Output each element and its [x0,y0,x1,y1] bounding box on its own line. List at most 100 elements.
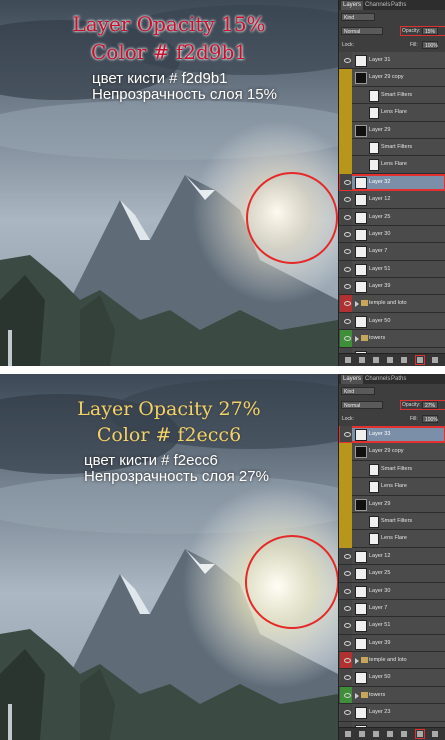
layer-row[interactable]: Lens Flare [339,478,445,496]
layer-row[interactable]: Layer 50 [339,312,445,331]
layer-row[interactable]: Lens Flare [339,156,445,174]
group-folder-icon[interactable] [401,731,407,737]
layer-row[interactable]: Smart Filters [339,460,445,479]
layer-row[interactable]: Layer 51 [339,617,445,635]
adjustment-icon[interactable] [387,731,393,737]
layer-row[interactable]: Layer 29 copy [339,69,445,87]
layer-row[interactable]: Layer 29 copy [339,443,445,461]
visibility-eye-icon[interactable] [340,634,352,652]
fill-input[interactable]: 100% [422,41,438,49]
layer-name: Layer 30 [369,587,391,594]
layer-row[interactable]: Lens Flare [339,530,445,548]
visibility-eye-icon[interactable] [340,191,352,208]
expand-arrow-icon[interactable] [355,692,359,699]
eye-glyph-icon [344,318,351,324]
visibility-eye-icon[interactable] [340,208,352,225]
layer-row[interactable]: Layer 7 [339,243,445,261]
layer-row[interactable]: Layer 50 [339,669,445,687]
tab-layers[interactable]: Layers [341,1,364,10]
filter-thumbnail [369,89,379,102]
visibility-eye-icon[interactable] [340,52,352,69]
expand-arrow-icon[interactable] [355,658,359,665]
visibility-eye-icon[interactable] [340,173,352,191]
visibility-eye-icon[interactable] [340,599,352,617]
layer-row[interactable]: Layer 32 [339,173,445,192]
fill-input[interactable]: 100% [422,415,438,423]
layer-row[interactable]: Layer 25 [339,208,445,226]
layer-row[interactable]: Layer 29 [339,495,445,513]
layer-row[interactable]: Smart Filters [339,138,445,157]
blend-mode-select[interactable]: Normal [341,27,383,35]
layer-row[interactable]: Layer 12 [339,547,445,566]
tab-paths[interactable]: Paths [389,1,408,10]
layer-name: towers [369,335,386,342]
layer-row[interactable]: Lens Flare [339,104,445,122]
visibility-eye-icon[interactable] [340,243,352,260]
layer-row[interactable]: Layer 12 [339,191,445,209]
eye-glyph-icon [344,605,351,611]
layer-row[interactable]: Layer 39 [339,278,445,296]
smart-object-thumbnail [355,72,367,85]
link-icon[interactable] [345,731,351,737]
tab-layers[interactable]: Layers [341,375,364,384]
caption-ru-brush-color: цвет кисти # f2ecc6 [84,452,218,469]
expand-arrow-icon[interactable] [355,301,359,308]
layer-row[interactable]: Layer 30 [339,582,445,600]
layer-row[interactable]: Layer 7 [339,599,445,618]
visibility-eye-icon[interactable] [340,565,352,582]
trash-icon[interactable] [432,731,438,737]
visibility-eye-icon[interactable] [340,704,352,721]
layer-row[interactable]: Layer 30 [339,225,445,244]
layer-thumbnail [355,228,367,241]
layer-row[interactable]: Layer 39 [339,634,445,653]
kind-filter-select[interactable]: Kind [341,387,375,395]
screenshot-bottom: Layer Opacity 27% Color # f2ecc6 цвет ки… [0,374,445,740]
eye-glyph-icon [344,266,351,272]
visibility-eye-icon[interactable] [340,582,352,599]
layer-row[interactable]: Layer 25 [339,565,445,583]
tab-channels[interactable]: Channels [363,1,392,10]
link-icon[interactable] [345,357,351,363]
trash-icon[interactable] [432,357,438,363]
visibility-eye-icon[interactable] [340,652,352,669]
fx-icon[interactable] [359,357,365,363]
expand-arrow-icon[interactable] [355,336,359,343]
visibility-eye-icon[interactable] [340,547,352,565]
eye-glyph-icon [344,214,351,220]
layer-row[interactable]: Smart Filters [339,86,445,105]
kind-filter-select[interactable]: Kind [341,13,375,21]
layer-name: Layer 39 [369,283,391,290]
group-folder-icon[interactable] [401,357,407,363]
layer-row[interactable]: Layer 51 [339,260,445,279]
visibility-eye-icon[interactable] [340,295,352,312]
fx-icon[interactable] [359,731,365,737]
visibility-eye-icon[interactable] [340,330,352,347]
visibility-eye-icon[interactable] [340,260,352,278]
visibility-eye-icon[interactable] [340,225,352,243]
layer-row[interactable]: Layer 23 [339,704,445,722]
layer-row[interactable]: towers [339,686,445,705]
layer-row[interactable]: Layer 31 [339,52,445,70]
visibility-eye-icon[interactable] [340,669,352,686]
tab-channels[interactable]: Channels [363,375,392,384]
new-layer-highlight-box [415,355,425,365]
visibility-eye-icon[interactable] [340,312,352,330]
layer-row[interactable]: temple and loto [339,295,445,313]
new-layer-highlight-box [415,729,425,739]
layer-row[interactable]: temple and loto [339,652,445,670]
visibility-eye-icon[interactable] [340,278,352,295]
adjustment-icon[interactable] [387,357,393,363]
visibility-eye-icon[interactable] [340,686,352,704]
mask-icon[interactable] [373,357,379,363]
visibility-eye-icon[interactable] [340,426,352,443]
blend-mode-select[interactable]: Normal [341,401,383,409]
visibility-eye-icon[interactable] [340,617,352,634]
tab-paths[interactable]: Paths [389,375,408,384]
layer-row[interactable]: Layer 29 [339,121,445,139]
layer-row[interactable]: towers [339,330,445,348]
layer-thumbnail [355,211,367,224]
mask-icon[interactable] [373,731,379,737]
layer-row[interactable]: Layer 33 [339,426,445,444]
layer-row[interactable]: Smart Filters [339,512,445,531]
smart-object-thumbnail [355,124,367,137]
